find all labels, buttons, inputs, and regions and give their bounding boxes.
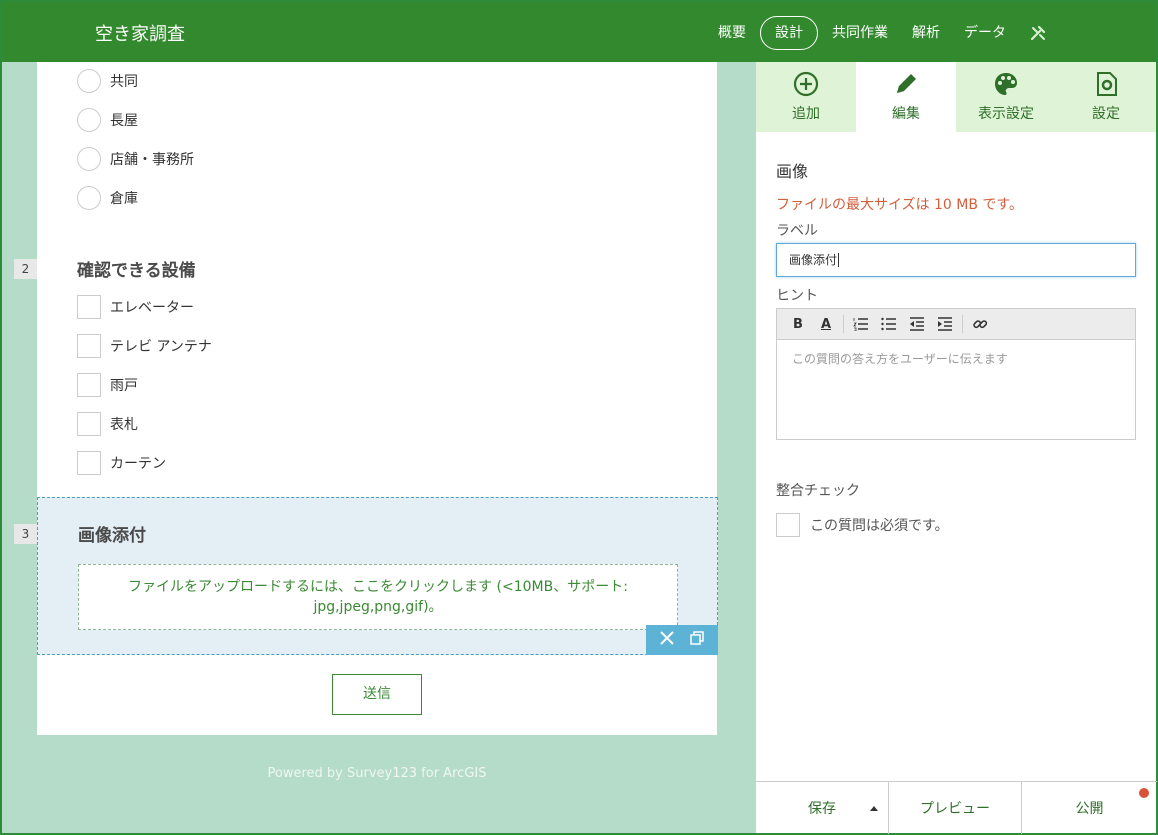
label-input[interactable]: 画像添付 <box>776 243 1136 277</box>
tab-label: 編集 <box>892 106 920 122</box>
main-nav: 概要 設計 共同作業 解析 データ <box>706 16 1156 50</box>
checkbox-option[interactable]: エレベーター <box>77 295 194 319</box>
validation-section-label: 整合チェック <box>776 483 860 499</box>
properties-panel: 追加 編集 表示設定 設定 画像 ファイルの最大サイズは 10 MB です。 ラ… <box>755 62 1157 834</box>
checkbox-option[interactable]: テレビ アンテナ <box>77 334 212 358</box>
checkbox[interactable] <box>77 451 101 475</box>
question-number-badge: 2 <box>14 259 37 279</box>
radio-button[interactable] <box>77 108 101 132</box>
preview-label: プレビュー <box>920 801 990 817</box>
bullet-list-icon[interactable] <box>878 313 900 335</box>
tab-settings[interactable]: 設定 <box>1056 62 1156 132</box>
checkbox-option-label: カーテン <box>110 456 166 472</box>
tab-label: 設定 <box>1092 106 1120 122</box>
checkbox-option-label: 雨戸 <box>110 378 138 394</box>
required-toggle[interactable]: この質問は必須です。 <box>776 513 949 537</box>
panel-title: 画像 <box>776 162 809 181</box>
notification-dot <box>1139 788 1149 798</box>
radio-option[interactable]: 長屋 <box>77 108 138 132</box>
top-header: 空き家調査 概要 設計 共同作業 解析 データ <box>2 2 1156 62</box>
nav-collaborate[interactable]: 共同作業 <box>820 16 900 50</box>
settings-doc-icon <box>1092 69 1120 99</box>
panel-footer: 保存 プレビュー 公開 <box>756 781 1157 834</box>
radio-option[interactable]: 倉庫 <box>77 186 138 210</box>
radio-option-label: 倉庫 <box>110 191 138 207</box>
editor-toolbar: B A <box>777 309 1135 340</box>
checkbox[interactable] <box>77 373 101 397</box>
indent-icon[interactable] <box>934 313 956 335</box>
submit-button[interactable]: 送信 <box>332 674 422 715</box>
upload-instructions-formats: jpg,jpeg,png,gif)。 <box>313 599 443 615</box>
hint-rich-text-editor[interactable]: B A この質問の答え方をユーザーに伝えます <box>776 308 1136 440</box>
duplicate-question-icon[interactable] <box>689 630 705 650</box>
radio-button[interactable] <box>77 186 101 210</box>
outdent-icon[interactable] <box>906 313 928 335</box>
checkbox-option-label: テレビ アンテナ <box>110 339 212 355</box>
link-icon[interactable] <box>969 313 991 335</box>
pencil-icon <box>892 69 920 99</box>
publish-label: 公開 <box>1075 801 1104 817</box>
file-size-warning: ファイルの最大サイズは 10 MB です。 <box>776 197 1024 213</box>
nav-analyze[interactable]: 解析 <box>900 16 952 50</box>
upload-instructions: ファイルをアップロードするには、ここをクリックします (<10MB、サポート: <box>128 579 628 595</box>
app-title: 空き家調査 <box>95 24 185 45</box>
question-title[interactable]: 確認できる設備 <box>77 256 196 281</box>
question-toolbar <box>646 625 718 655</box>
text-cursor <box>838 253 840 267</box>
plus-circle-icon <box>792 69 820 99</box>
tab-add[interactable]: 追加 <box>756 62 856 132</box>
tab-label: 追加 <box>792 106 820 122</box>
toolbar-divider <box>843 315 844 333</box>
text-color-icon[interactable]: A <box>815 313 837 335</box>
nav-overview[interactable]: 概要 <box>706 16 758 50</box>
nav-design[interactable]: 設計 <box>760 16 818 50</box>
tools-icon[interactable] <box>1018 16 1058 50</box>
tab-edit[interactable]: 編集 <box>856 62 956 132</box>
publish-button[interactable]: 公開 <box>1022 782 1157 834</box>
radio-option[interactable]: 共同 <box>77 69 138 93</box>
required-label: この質問は必須です。 <box>810 518 949 534</box>
radio-option-label: 店舗・事務所 <box>110 152 194 168</box>
nav-data[interactable]: データ <box>952 16 1018 50</box>
checkbox-option[interactable]: 表札 <box>77 412 138 436</box>
checkbox[interactable] <box>77 334 101 358</box>
checkbox[interactable] <box>77 295 101 319</box>
label-input-value: 画像添付 <box>789 253 838 267</box>
palette-icon <box>992 69 1020 99</box>
question-number-badge: 3 <box>14 524 37 544</box>
radio-option-label: 長屋 <box>110 113 138 129</box>
selected-question-image[interactable]: 画像添付 ファイルをアップロードするには、ここをクリックします (<10MB、サ… <box>37 497 718 655</box>
question-title: 画像添付 <box>78 526 146 546</box>
hint-placeholder: この質問の答え方をユーザーに伝えます <box>792 352 1008 366</box>
hint-field-label: ヒント <box>776 288 818 304</box>
panel-tabs: 追加 編集 表示設定 設定 <box>756 62 1157 132</box>
tab-appearance[interactable]: 表示設定 <box>956 62 1056 132</box>
radio-button[interactable] <box>77 147 101 171</box>
checkbox-option[interactable]: カーテン <box>77 451 166 475</box>
checkbox-option-label: 表札 <box>110 417 138 433</box>
radio-button[interactable] <box>77 69 101 93</box>
preview-button[interactable]: プレビュー <box>889 782 1022 834</box>
label-field-label: ラベル <box>776 223 818 239</box>
file-upload-area[interactable]: ファイルをアップロードするには、ここをクリックします (<10MB、サポート: … <box>78 564 678 630</box>
radio-option-label: 共同 <box>110 74 138 90</box>
checkbox-option-label: エレベーター <box>110 300 194 316</box>
numbered-list-icon[interactable] <box>850 313 872 335</box>
required-checkbox[interactable] <box>776 513 800 537</box>
powered-by-footer: Powered by Survey123 for ArcGIS <box>267 766 487 781</box>
radio-option[interactable]: 店舗・事務所 <box>77 147 194 171</box>
delete-question-icon[interactable] <box>659 630 675 650</box>
tab-label: 表示設定 <box>978 106 1034 122</box>
checkbox-option[interactable]: 雨戸 <box>77 373 138 397</box>
toolbar-divider <box>962 315 963 333</box>
save-label: 保存 <box>808 801 836 817</box>
bold-icon[interactable]: B <box>787 313 809 335</box>
checkbox[interactable] <box>77 412 101 436</box>
caret-up-icon[interactable] <box>870 806 878 811</box>
save-button[interactable]: 保存 <box>756 782 889 834</box>
